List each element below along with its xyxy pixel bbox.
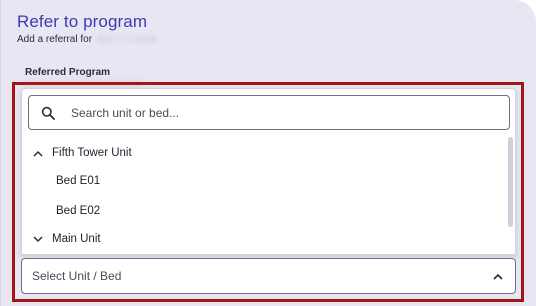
redacted-patient-name — [96, 35, 157, 44]
referral-panel: Refer to program Add a referral for Refe… — [0, 0, 536, 306]
highlight-outline — [12, 82, 524, 302]
page-subtitle: Add a referral for — [17, 34, 157, 45]
referred-program-label: Referred Program — [25, 67, 111, 78]
page-title: Refer to program — [17, 12, 148, 31]
subtitle-text: Add a referral for — [17, 34, 93, 45]
